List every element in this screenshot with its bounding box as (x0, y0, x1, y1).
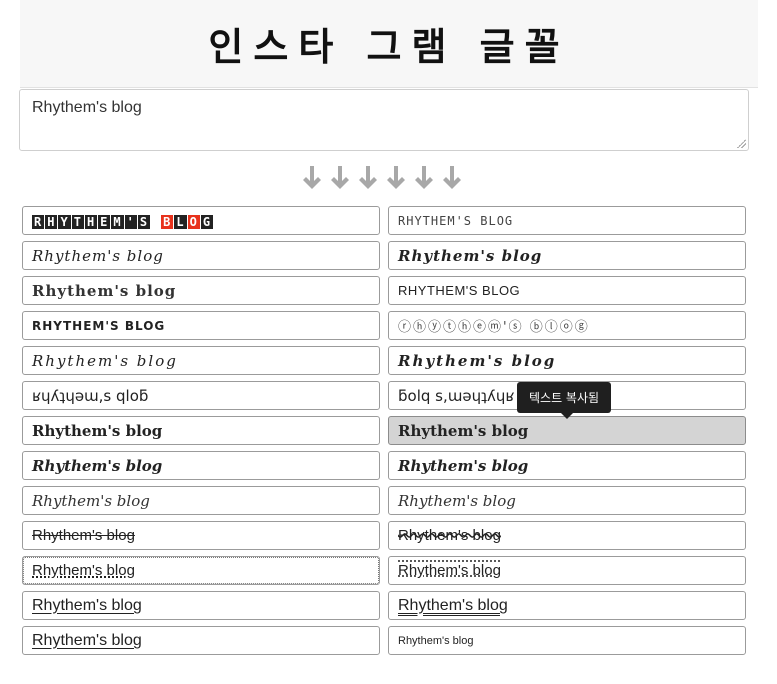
font-option-serif-bold-hover[interactable]: Rhythem's blog (388, 416, 746, 445)
font-option-text: RHYTHEM'S BLOG (32, 318, 166, 333)
font-option-text: Rhythem's blog (32, 421, 163, 440)
font-option-serif-italic[interactable]: Rhythem's blog (22, 486, 380, 515)
font-option-text: Rhythem's blog (398, 634, 474, 647)
font-option-upside-down[interactable]: ʁɥʎʇɥǝɯ,s qloƃ (22, 381, 380, 410)
down-arrow-icon (384, 164, 408, 192)
font-option-circled-black[interactable]: RHYTHEM'S BLOG (22, 311, 380, 340)
font-option-box-colored[interactable]: R H Y T H E M ' S BLOG (22, 206, 380, 235)
font-option-text: Rhythem's blog (32, 281, 177, 300)
boxed-letter: T (71, 214, 84, 229)
font-option-text: ƃolq s,ɯǝɥʇʎɥʁ (398, 386, 515, 405)
font-option-text: Rhythem's blog (398, 491, 516, 510)
down-arrow-icon (328, 164, 352, 192)
font-option-text: Rhythem's blog (32, 562, 135, 579)
boxed-letter: E (98, 214, 111, 229)
font-option-text: Rhythem's blog (398, 596, 508, 614)
page-title: 인스타 그램 글꼴 (208, 24, 570, 69)
font-option-text: Rhythem's blog (398, 421, 529, 440)
boxed-letter: ' (124, 214, 137, 229)
boxed-letter: B (161, 214, 174, 229)
font-option-text: Rhythem's blog (398, 246, 543, 265)
page-header: 인스타 그램 글꼴 (20, 0, 758, 88)
font-option-text: Rhythem's blog (32, 456, 163, 475)
font-option-fraktur-bold[interactable]: Rhythem's blog (388, 241, 746, 270)
font-option-serif-bold-italic-2[interactable]: Rhythem's blog (388, 451, 746, 480)
font-option-text: Rhythem's blog (398, 456, 529, 475)
copied-tooltip: 텍스트 복사됨 (517, 382, 612, 419)
font-option-text: Rhythem's blog (32, 596, 142, 614)
arrow-row (300, 164, 470, 192)
font-option-text: Rhythem's blog (398, 527, 501, 544)
font-option-small[interactable]: Rhythem's blog (388, 626, 746, 655)
font-option-text: Rhythem's blog (398, 562, 501, 579)
font-option-text: RHYTHEM'S BLOG (398, 213, 514, 228)
boxed-letter: M (111, 214, 124, 229)
font-option-script-bold[interactable]: Rhythem's blog (388, 346, 746, 375)
font-option-text: Rhythem's blog (32, 527, 135, 544)
down-arrow-icon (440, 164, 464, 192)
font-option-fraktur[interactable]: Rhythem's blog (22, 241, 380, 270)
font-option-small-caps[interactable]: RHYTHEM'S BLOG (388, 276, 746, 305)
boxed-letter: H (45, 214, 58, 229)
font-option-serif-bold[interactable]: Rhythem's blog (22, 416, 380, 445)
font-style-grid: R H Y T H E M ' S BLOG RHYTHEM'S BLOG Rhythem's … (22, 206, 746, 661)
font-option-script[interactable]: Rhythem's blog (22, 346, 380, 375)
font-option-text: Rhythem's blog (32, 631, 142, 649)
down-arrow-icon (412, 164, 436, 192)
font-option-text: Rhythem's blog (32, 246, 164, 265)
boxed-letter: Y (58, 214, 71, 229)
boxed-letter: G (200, 214, 214, 229)
font-option-underline[interactable]: Rhythem's blog (22, 591, 380, 620)
font-option-text: ⓡⓗⓨⓣⓗⓔⓜ'ⓢ ⓑⓛⓞⓖ (398, 320, 590, 335)
font-option-double-underline[interactable]: Rhythem's blog (388, 591, 746, 620)
boxed-letter: R (32, 214, 45, 229)
font-option-text: Rhythem's blog (32, 491, 150, 510)
font-option-text: RHYTHEM'S BLOG (398, 283, 521, 298)
font-option-circled[interactable]: ⓡⓗⓨⓣⓗⓔⓜ'ⓢ ⓑⓛⓞⓖ (388, 311, 746, 340)
text-input[interactable] (20, 90, 748, 150)
boxed-letter: H (84, 214, 98, 229)
font-option-double-struck[interactable]: Rhythem's blog (22, 276, 380, 305)
boxed-letter: O (187, 214, 200, 229)
font-option-serif-italic-2[interactable]: Rhythem's blog (388, 486, 746, 515)
boxed-letter: S (137, 214, 151, 229)
down-arrow-icon (300, 164, 324, 192)
down-arrow-icon (356, 164, 380, 192)
font-option-strikethrough[interactable]: Rhythem's blog (22, 521, 380, 550)
resize-handle[interactable] (737, 139, 746, 148)
font-option-serif-bold-italic[interactable]: Rhythem's blog (22, 451, 380, 480)
font-option-underline-2[interactable]: Rhythem's blog (22, 626, 380, 655)
text-input-box[interactable] (19, 89, 749, 151)
boxed-text: R H Y T H E M ' S BLOG (32, 212, 214, 230)
font-option-text: ʁɥʎʇɥǝɯ,s qloƃ (32, 386, 149, 405)
font-option-dotted[interactable]: Rhythem's blog (22, 556, 380, 585)
font-option-box-outline[interactable]: RHYTHEM'S BLOG (388, 206, 746, 235)
boxed-letter: L (174, 214, 187, 229)
font-option-noise[interactable]: Rhythem's blog (388, 556, 746, 585)
font-option-text: Rhythem's blog (32, 351, 178, 370)
font-option-text: Rhythem's blog (398, 351, 557, 370)
font-option-slash-through[interactable]: Rhythem's blog (388, 521, 746, 550)
